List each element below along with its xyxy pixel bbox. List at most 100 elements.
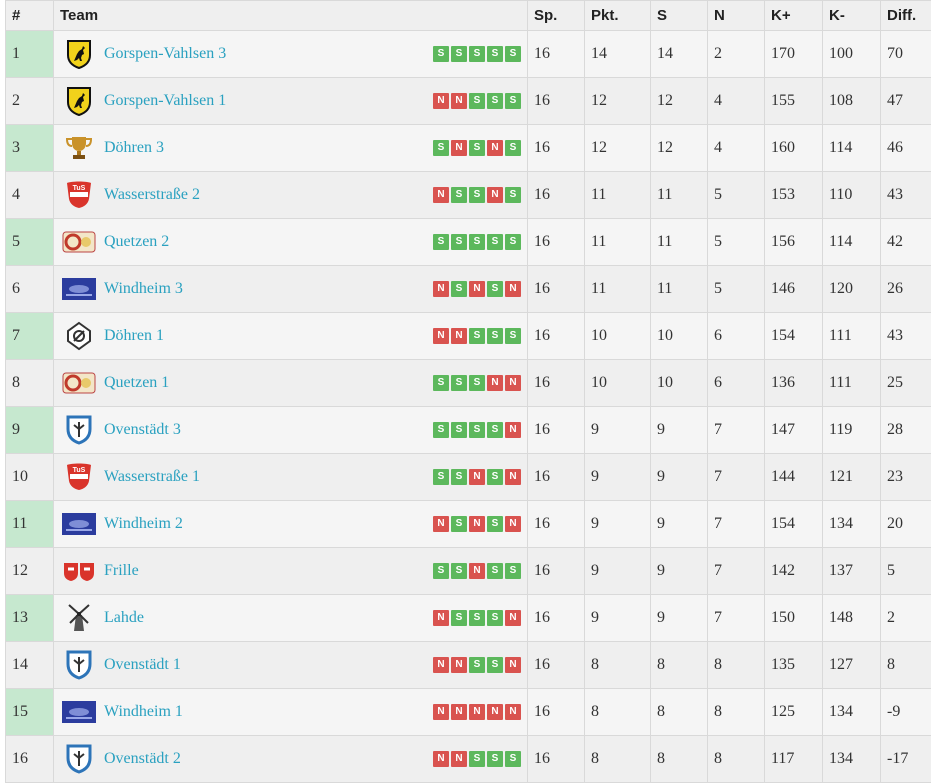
svg-text:TuS: TuS: [73, 467, 86, 474]
played-cell: 16: [527, 406, 585, 454]
diff-cell: 47: [880, 77, 931, 125]
form-win-badge: S: [451, 563, 467, 579]
team-cell: TuS Wasserstraße 1SSNSN: [53, 453, 528, 501]
form-loss-badge: N: [469, 704, 485, 720]
form-win-badge: S: [451, 187, 467, 203]
form-badges: SSSSN: [433, 422, 521, 438]
losses-cell: 5: [707, 171, 765, 219]
team-cell: Windheim 2NSNSN: [53, 500, 528, 548]
form-loss-badge: N: [451, 704, 467, 720]
kplus-cell: 170: [764, 30, 823, 78]
form-badges: NSSSN: [433, 610, 521, 626]
rank-cell: 4: [5, 171, 54, 219]
form-loss-badge: N: [433, 751, 449, 767]
form-win-badge: S: [505, 234, 521, 250]
table-row: 8 Quetzen 1 S S S N N 16 10 10 6 136 111 25: [5, 359, 931, 407]
wins-cell: 9: [650, 547, 708, 595]
team-link[interactable]: Döhren 1: [104, 327, 164, 345]
table-row: 11 Windheim 2 N S N S N 16 9 9 7 154 134 20: [5, 500, 931, 548]
losses-cell: 2: [707, 30, 765, 78]
form-loss-badge: N: [433, 93, 449, 109]
played-cell: 16: [527, 688, 585, 736]
form-win-badge: S: [451, 375, 467, 391]
played-cell: 16: [527, 735, 585, 783]
kminus-cell: 119: [822, 406, 881, 454]
table-row: 16 Ovenstädt 2 N N S S S 16 8 8 8 117 134 -17: [5, 735, 931, 783]
diff-cell: -17: [880, 735, 931, 783]
form-badges: SSSSS: [433, 234, 521, 250]
team-link[interactable]: Gorspen-Vahlsen 1: [104, 92, 226, 110]
form-loss-badge: N: [451, 751, 467, 767]
team-link[interactable]: Frille: [104, 562, 139, 580]
losses-cell: 8: [707, 641, 765, 689]
form-win-badge: S: [487, 46, 503, 62]
form-loss-badge: N: [505, 516, 521, 532]
ovenstaedt-shield-icon: [62, 415, 96, 445]
table-row: 14 Ovenstädt 1 N N S S N 16 8 8 8 135 127 8: [5, 641, 931, 689]
kplus-cell: 147: [764, 406, 823, 454]
trophy-icon: [62, 133, 96, 163]
table-row: 4 TuS Wasserstraße 2 N S S N S 16 11 11 5 153 110 43: [5, 171, 931, 219]
kminus-cell: 134: [822, 735, 881, 783]
team-link[interactable]: Quetzen 2: [104, 233, 169, 251]
wins-cell: 11: [650, 218, 708, 266]
form-win-badge: S: [451, 516, 467, 532]
team-cell: Gorspen-Vahlsen 1NNSSS: [53, 77, 528, 125]
header-played: Sp.: [527, 0, 585, 31]
played-cell: 16: [527, 30, 585, 78]
rank-cell: 9: [5, 406, 54, 454]
wins-cell: 10: [650, 312, 708, 360]
team-link[interactable]: Döhren 3: [104, 139, 164, 157]
header-points: Pkt.: [584, 0, 651, 31]
kplus-cell: 160: [764, 124, 823, 172]
kminus-cell: 100: [822, 30, 881, 78]
team-cell: Gorspen-Vahlsen 3SSSSS: [53, 30, 528, 78]
wins-cell: 9: [650, 500, 708, 548]
table-row: 2 Gorspen-Vahlsen 1 N N S S S 16 12 12 4 155 108 47: [5, 77, 931, 125]
form-badges: NNNNN: [433, 704, 521, 720]
team-link[interactable]: Gorspen-Vahlsen 3: [104, 45, 226, 63]
kminus-cell: 110: [822, 171, 881, 219]
wins-cell: 11: [650, 265, 708, 313]
team-link[interactable]: Windheim 2: [104, 515, 183, 533]
form-loss-badge: N: [433, 187, 449, 203]
diff-cell: 2: [880, 594, 931, 642]
form-badges: SNSNS: [433, 140, 521, 156]
team-link[interactable]: Ovenstädt 1: [104, 656, 181, 674]
frille-logo-icon: [62, 556, 96, 586]
team-link[interactable]: Wasserstraße 1: [104, 468, 200, 486]
form-win-badge: S: [505, 46, 521, 62]
form-loss-badge: N: [433, 610, 449, 626]
form-loss-badge: N: [487, 187, 503, 203]
team-link[interactable]: Ovenstädt 3: [104, 421, 181, 439]
rank-cell: 13: [5, 594, 54, 642]
wins-cell: 9: [650, 594, 708, 642]
quetzen-logo-icon: [62, 227, 96, 257]
form-win-badge: S: [433, 563, 449, 579]
form-badges: NSNSN: [433, 281, 521, 297]
form-loss-badge: N: [505, 610, 521, 626]
form-badges: SSNSS: [433, 563, 521, 579]
form-loss-badge: N: [487, 375, 503, 391]
played-cell: 16: [527, 171, 585, 219]
tus-crest-icon: TuS: [62, 462, 96, 492]
team-cell: Döhren 3 SNSNS: [53, 124, 528, 172]
team-link[interactable]: Wasserstraße 2: [104, 186, 200, 204]
diff-cell: 46: [880, 124, 931, 172]
team-link[interactable]: Quetzen 1: [104, 374, 169, 392]
form-win-badge: S: [487, 516, 503, 532]
kminus-cell: 121: [822, 453, 881, 501]
form-loss-badge: N: [505, 469, 521, 485]
team-link[interactable]: Lahde: [104, 609, 144, 627]
kplus-cell: 125: [764, 688, 823, 736]
team-link[interactable]: Windheim 1: [104, 703, 183, 721]
form-win-badge: S: [451, 234, 467, 250]
points-cell: 9: [584, 594, 651, 642]
points-cell: 8: [584, 688, 651, 736]
form-badges: NSSNS: [433, 187, 521, 203]
wins-cell: 12: [650, 124, 708, 172]
form-win-badge: S: [505, 563, 521, 579]
team-link[interactable]: Ovenstädt 2: [104, 750, 181, 768]
form-win-badge: S: [487, 751, 503, 767]
team-link[interactable]: Windheim 3: [104, 280, 183, 298]
